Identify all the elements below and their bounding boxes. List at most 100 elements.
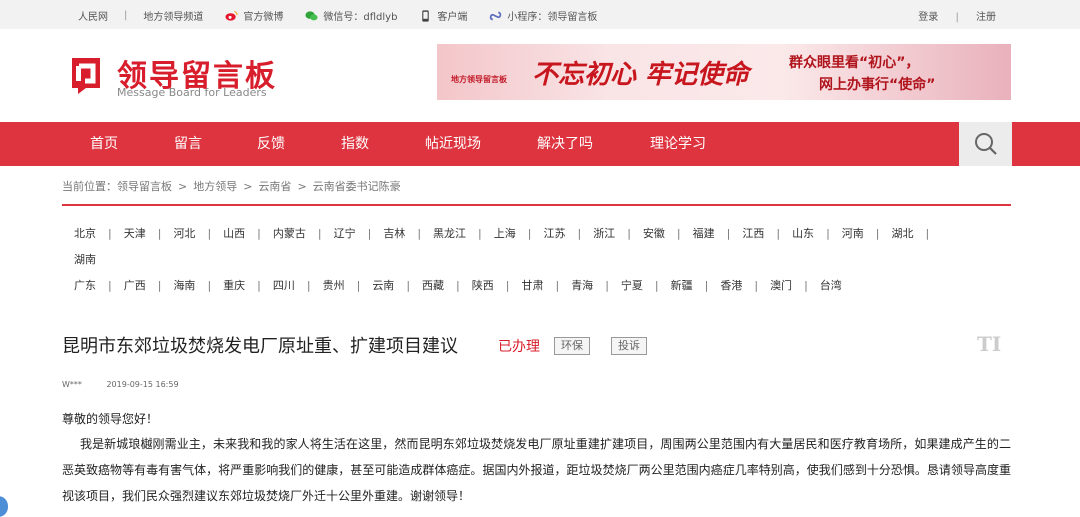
- region-link[interactable]: 山东: [792, 227, 814, 240]
- font-size-toggle[interactable]: TI: [977, 332, 1001, 356]
- region-list-row3: 广东 | 广西 | 海南 | 重庆 | 四川 | 贵州 | 云南 | 西藏 | 陕西 | 甘肃 | 青海 | 宁夏 | 新疆 | 香…: [74, 277, 842, 293]
- tag-badge[interactable]: 环保: [554, 337, 590, 355]
- nav-theory[interactable]: 理论学习: [650, 122, 706, 166]
- register-link[interactable]: 注册: [976, 12, 996, 23]
- link-local-leaders-channel[interactable]: 地方领导频道: [143, 8, 203, 23]
- search-button[interactable]: [959, 122, 1012, 166]
- separator: |: [676, 227, 681, 240]
- region-link[interactable]: 宁夏: [621, 279, 643, 292]
- region-link[interactable]: 江西: [742, 227, 764, 240]
- separator: |: [124, 10, 128, 21]
- separator: |: [108, 279, 112, 292]
- region-link[interactable]: 河北: [173, 227, 195, 240]
- breadcrumb-sep: >: [178, 180, 188, 193]
- nav-message[interactable]: 留言: [174, 122, 202, 166]
- floating-side-tab[interactable]: [0, 496, 8, 517]
- separator: |: [207, 227, 212, 240]
- miniprogram-icon: [490, 10, 502, 21]
- nav-index[interactable]: 指数: [341, 122, 369, 166]
- separator: |: [456, 279, 460, 292]
- region-link[interactable]: 贵州: [323, 279, 345, 292]
- region-link[interactable]: 黑龙江: [433, 227, 466, 240]
- miniprogram-label: 小程序：领导留言板: [507, 12, 598, 23]
- login-link[interactable]: 登录: [918, 12, 938, 23]
- region-link[interactable]: 福建: [693, 227, 715, 240]
- region-link[interactable]: 安徽: [643, 227, 665, 240]
- region-link[interactable]: 广东: [74, 279, 96, 292]
- breadcrumb-item[interactable]: 云南省: [258, 180, 291, 193]
- region-link[interactable]: 河南: [842, 227, 864, 240]
- region-link[interactable]: 青海: [571, 279, 593, 292]
- separator: |: [157, 279, 162, 292]
- region-link[interactable]: 湖南: [74, 253, 96, 266]
- separator: |: [577, 227, 582, 240]
- separator: |: [726, 227, 731, 240]
- breadcrumb: 当前位置：领导留言板 > 地方领导 > 云南省 > 云南省委书记陈豪: [62, 178, 401, 194]
- wechat-label: 微信号：dfldlyb: [323, 12, 398, 23]
- separator: |: [257, 279, 261, 292]
- region-link[interactable]: 江苏: [543, 227, 565, 240]
- separator: |: [654, 279, 659, 292]
- miniprogram-link[interactable]: 小程序：领导留言板: [489, 8, 597, 23]
- separator: |: [356, 279, 361, 292]
- separator: |: [826, 227, 830, 240]
- separator: |: [555, 279, 560, 292]
- nav-feedback[interactable]: 反馈: [257, 122, 285, 166]
- status-badge: 已办理: [498, 339, 540, 355]
- region-list-row1: 北京 | 天津 | 河北 | 山西 | 内蒙古 | 辽宁 | 吉林 | 黑龙江 | 上海 | 江苏 | 浙江 | 安徽 | 福建…: [74, 225, 941, 241]
- region-link[interactable]: 上海: [494, 227, 516, 240]
- separator: |: [505, 279, 510, 292]
- region-list-row2: 湖南: [74, 251, 96, 267]
- breadcrumb-sep: >: [243, 180, 253, 193]
- tag-badge[interactable]: 投诉: [611, 337, 647, 355]
- separator: |: [367, 227, 372, 240]
- region-link[interactable]: 天津: [124, 227, 146, 240]
- nav-resolved[interactable]: 解决了吗: [537, 122, 593, 166]
- breadcrumb-item[interactable]: 云南省委书记陈豪: [313, 180, 401, 193]
- region-link[interactable]: 云南: [372, 279, 394, 292]
- region-link[interactable]: 台湾: [820, 279, 842, 292]
- separator: |: [627, 227, 631, 240]
- region-link[interactable]: 四川: [273, 279, 295, 292]
- region-link[interactable]: 重庆: [223, 279, 245, 292]
- region-link[interactable]: 内蒙古: [273, 227, 306, 240]
- search-icon: [975, 133, 997, 155]
- separator: |: [925, 227, 930, 240]
- separator: |: [478, 227, 482, 240]
- region-link[interactable]: 北京: [74, 227, 96, 240]
- breadcrumb-item[interactable]: 领导留言板: [117, 180, 172, 193]
- region-link[interactable]: 西藏: [422, 279, 444, 292]
- account-links: 登录 | 注册: [918, 8, 996, 23]
- separator: |: [527, 227, 532, 240]
- region-link[interactable]: 香港: [720, 279, 742, 292]
- weibo-link[interactable]: 官方微博: [225, 8, 283, 23]
- client-link[interactable]: 客户端: [419, 8, 467, 23]
- region-link[interactable]: 澳门: [770, 279, 792, 292]
- post-meta: W*** 2019-09-15 16:59: [62, 380, 179, 389]
- region-link[interactable]: 陕西: [472, 279, 494, 292]
- divider: [62, 204, 1011, 206]
- wechat-link[interactable]: 微信号：dfldlyb: [305, 8, 397, 23]
- region-link[interactable]: 山西: [223, 227, 245, 240]
- post-author: W***: [62, 380, 82, 389]
- region-link[interactable]: 新疆: [671, 279, 693, 292]
- breadcrumb-item[interactable]: 地方领导: [193, 180, 237, 193]
- link-people-daily[interactable]: 人民网: [78, 8, 108, 23]
- region-link[interactable]: 广西: [124, 279, 146, 292]
- nav-home[interactable]: 首页: [90, 122, 118, 166]
- separator: |: [804, 279, 808, 292]
- phone-icon: [422, 9, 430, 22]
- logo-mark-icon[interactable]: [64, 54, 106, 96]
- region-link[interactable]: 甘肃: [521, 279, 543, 292]
- separator: |: [207, 279, 212, 292]
- campaign-banner[interactable]: 地方领导留言板 不忘初心 牢记使命 群众眼里看“初心”， 网上办事行“使命”: [437, 44, 1011, 100]
- region-link[interactable]: 辽宁: [334, 227, 356, 240]
- separator: |: [317, 227, 322, 240]
- client-label: 客户端: [437, 12, 468, 23]
- region-link[interactable]: 海南: [173, 279, 195, 292]
- region-link[interactable]: 浙江: [593, 227, 615, 240]
- region-link[interactable]: 吉林: [383, 227, 405, 240]
- nav-onsite[interactable]: 帖近现场: [425, 122, 481, 166]
- separator: |: [257, 227, 261, 240]
- region-link[interactable]: 湖北: [892, 227, 914, 240]
